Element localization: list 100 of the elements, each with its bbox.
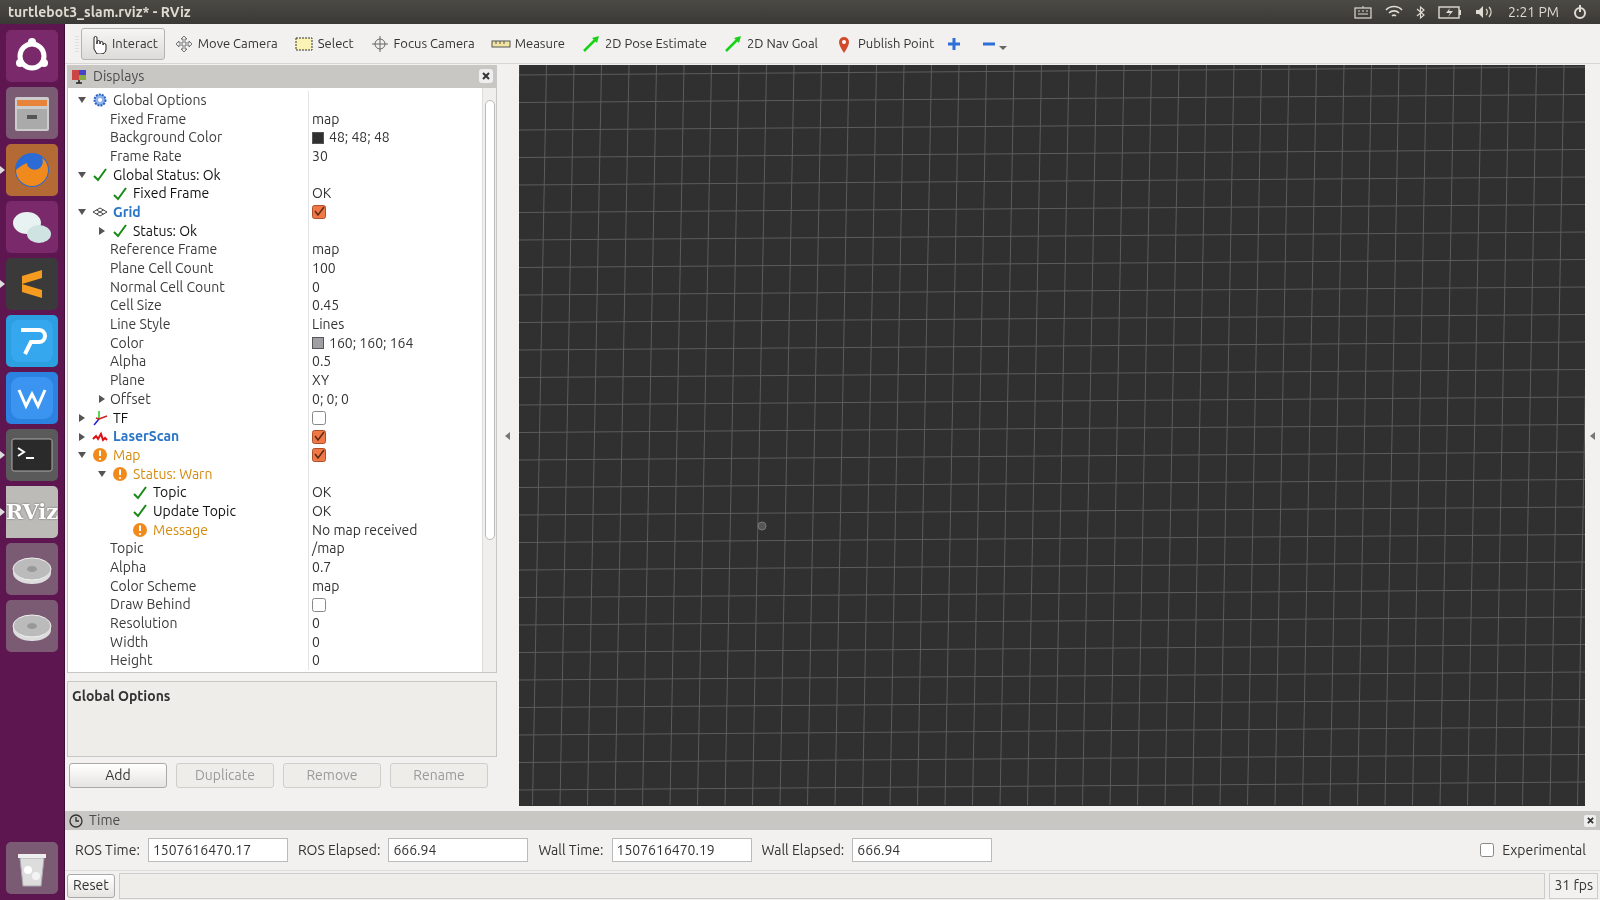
- tree-item-label[interactable]: Height: [110, 650, 153, 672]
- checkbox[interactable]: [1480, 843, 1495, 857]
- property-value: map: [312, 576, 340, 596]
- check-icon: [112, 185, 128, 202]
- property-value: OK: [312, 501, 332, 521]
- tool-button[interactable]: 2D Nav Goal: [715, 27, 825, 60]
- time-field[interactable]: 1507616470.17: [147, 838, 288, 862]
- reset-button[interactable]: Reset: [67, 873, 115, 898]
- property-value: map: [312, 109, 340, 129]
- tree-item-label[interactable]: Fixed Frame: [110, 108, 187, 130]
- monitor-icon: [71, 68, 87, 84]
- checkbox[interactable]: [312, 597, 326, 612]
- property-value: 0.45: [312, 296, 340, 316]
- field-label: ROS Time:: [75, 840, 140, 860]
- tree-item-label[interactable]: Alpha: [110, 351, 147, 373]
- window-title: turtlebot3_slam.rviz* - RViz: [8, 2, 191, 22]
- panel-button[interactable]: Add: [69, 763, 167, 788]
- field-label: ROS Elapsed:: [297, 840, 381, 860]
- tree-item-label[interactable]: Topic: [110, 538, 144, 560]
- axes-icon: [92, 410, 108, 427]
- time-field[interactable]: 666.94: [388, 838, 529, 862]
- tool-button[interactable]: Focus Camera: [362, 27, 482, 60]
- property-value: 160; 160; 164: [329, 333, 414, 353]
- tree-item-label[interactable]: TF: [113, 407, 129, 429]
- tree-item-label[interactable]: Cell Size: [110, 295, 162, 317]
- property-value: XY: [312, 371, 330, 391]
- tree-item-label[interactable]: Reference Frame: [110, 239, 218, 261]
- tool-button[interactable]: Measure: [483, 27, 572, 60]
- panel-title: Displays: [93, 66, 145, 86]
- tree-item-label[interactable]: Status: Ok: [133, 220, 198, 242]
- scrollbar[interactable]: [482, 88, 496, 672]
- description-panel: Global Options: [67, 681, 497, 757]
- time-field[interactable]: 1507616470.19: [611, 838, 752, 862]
- time-field[interactable]: 666.94: [852, 838, 993, 862]
- field-label: Wall Time:: [538, 840, 604, 860]
- property-value: 0: [312, 632, 320, 652]
- wifi-icon[interactable]: [1385, 5, 1404, 19]
- tool-button[interactable]: Select: [286, 27, 361, 60]
- property-value: OK: [312, 483, 332, 503]
- battery-icon[interactable]: [1438, 5, 1463, 19]
- crosshair-icon: [369, 33, 390, 54]
- check-icon: [132, 503, 148, 520]
- property-value: 0: [312, 277, 320, 297]
- clock-icon: [69, 813, 83, 828]
- panel-title: Time: [89, 811, 121, 830]
- property-value: 48; 48; 48: [329, 128, 390, 148]
- tree-item-label[interactable]: Global Status: Ok: [113, 164, 221, 186]
- property-value: /map: [312, 539, 345, 559]
- checkbox[interactable]: [312, 429, 326, 444]
- tool-button[interactable]: Interact: [81, 27, 165, 60]
- arrow-icon: [581, 33, 601, 54]
- checkbox[interactable]: [312, 411, 326, 426]
- field-label: Wall Elapsed:: [761, 840, 845, 860]
- check-icon: [112, 223, 128, 240]
- property-value: 100: [312, 259, 336, 279]
- bluetooth-icon[interactable]: [1416, 4, 1426, 20]
- editor-logo-icon[interactable]: [0, 258, 58, 310]
- power-icon[interactable]: [1572, 4, 1588, 20]
- checkbox[interactable]: [312, 205, 326, 220]
- collapse-left-icon[interactable]: [505, 431, 511, 440]
- property-value: Lines: [312, 315, 345, 335]
- fps-label: 31 fps: [1549, 872, 1598, 899]
- clock[interactable]: 2:21 PM: [1508, 1, 1559, 23]
- warning-icon: [92, 447, 108, 464]
- collapsed-arrow-icon[interactable]: [78, 414, 86, 423]
- expanded-arrow-icon[interactable]: [98, 470, 106, 479]
- tree-item-label[interactable]: Draw Behind: [110, 594, 191, 616]
- property-value: OK: [312, 184, 332, 204]
- warning-icon: [112, 466, 128, 483]
- close-button[interactable]: [1584, 814, 1596, 827]
- move-arrows-icon: [173, 33, 194, 54]
- property-value: 0; 0; 0: [312, 389, 349, 409]
- property-value: 30: [312, 146, 328, 166]
- running-indicator-icon: [0, 508, 5, 516]
- collapsed-arrow-icon[interactable]: [98, 227, 106, 236]
- collapse-right-icon[interactable]: [1589, 431, 1596, 440]
- expanded-arrow-icon[interactable]: [78, 208, 86, 217]
- checkbox[interactable]: [312, 448, 326, 463]
- expanded-arrow-icon[interactable]: [78, 451, 86, 460]
- tool-button[interactable]: Publish Point: [827, 27, 942, 60]
- property-value: 0.5: [312, 352, 332, 372]
- property-value: map: [312, 240, 340, 260]
- tree-item-label[interactable]: Global Options: [113, 89, 207, 111]
- close-button[interactable]: [479, 69, 493, 83]
- origin-marker-icon: [757, 521, 767, 531]
- collapsed-arrow-icon[interactable]: [98, 395, 106, 404]
- check-icon: [132, 484, 148, 501]
- expanded-arrow-icon[interactable]: [78, 171, 86, 180]
- check-icon: [92, 167, 108, 184]
- property-value: 0: [312, 651, 320, 671]
- tool-button[interactable]: 2D Pose Estimate: [574, 27, 714, 60]
- expanded-arrow-icon[interactable]: [78, 96, 86, 105]
- collapsed-arrow-icon[interactable]: [78, 432, 86, 441]
- property-value: No map received: [312, 520, 418, 540]
- tool-button[interactable]: Move Camera: [166, 27, 285, 60]
- keyboard-icon[interactable]: [1354, 5, 1373, 19]
- terminal-icon[interactable]: [0, 429, 58, 481]
- checkbox-label[interactable]: Experimental: [1502, 839, 1586, 861]
- warning-icon: [132, 522, 148, 539]
- gear-icon: [92, 92, 108, 109]
